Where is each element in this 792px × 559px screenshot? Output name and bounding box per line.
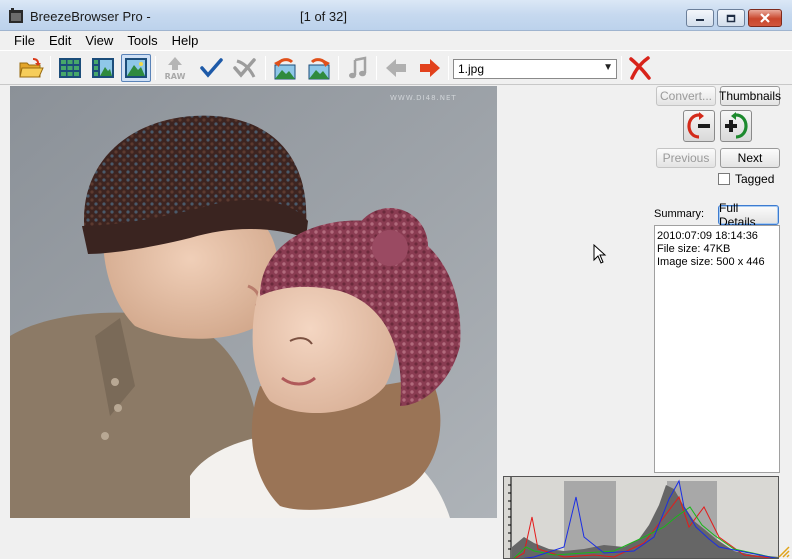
resize-grip-icon[interactable] [776, 544, 790, 558]
untag-icon [233, 58, 256, 78]
thumbnails-button[interactable]: Thumbnails [719, 86, 781, 106]
maximize-button[interactable] [717, 9, 745, 27]
title-bar: BreezeBrowser Pro - [1 of 32] [0, 0, 792, 31]
delete-button[interactable] [625, 54, 655, 82]
rotate-right-button[interactable] [304, 54, 334, 82]
minimize-button[interactable] [686, 9, 714, 27]
close-button[interactable] [748, 9, 782, 27]
rotate-right-icon [308, 58, 330, 80]
chevron-down-icon: ▼ [603, 62, 613, 73]
photo-watermark: WWW.DI48.NET [390, 94, 457, 102]
app-icon [9, 8, 23, 23]
open-folder-button[interactable] [16, 54, 46, 82]
add-tag-button[interactable] [720, 110, 752, 142]
music-note-icon [349, 56, 367, 79]
full-image-button[interactable] [121, 54, 151, 82]
tagged-label: Tagged [735, 172, 775, 186]
rotate-minus-icon [687, 112, 710, 139]
menu-tools[interactable]: Tools [120, 31, 164, 49]
close-icon [760, 13, 770, 23]
tag-button[interactable] [196, 54, 226, 82]
window-title: BreezeBrowser Pro - [30, 9, 151, 24]
menu-bar: File Edit View Tools Help [0, 31, 792, 49]
thumbnail-preview-icon [92, 58, 114, 78]
tag-checkmark-icon [200, 58, 223, 78]
previous-button[interactable]: Previous [656, 148, 716, 168]
maximize-icon [726, 14, 736, 22]
menu-help[interactable]: Help [165, 31, 206, 49]
raw-icon: RAW [165, 57, 186, 80]
delete-icon [629, 56, 651, 80]
summary-date: 2010:07:09 18:14:36 [657, 230, 758, 242]
tagged-checkbox[interactable]: Tagged [718, 172, 774, 186]
untag-button[interactable] [230, 54, 260, 82]
minimize-icon [696, 19, 704, 21]
forward-arrow-icon [420, 59, 440, 77]
file-select[interactable]: 1.jpg ▼ [453, 59, 617, 79]
image-counter: [1 of 32] [300, 9, 347, 24]
rotate-plus-icon [725, 112, 748, 139]
next-image-button[interactable] [415, 54, 445, 82]
audio-button[interactable] [343, 54, 373, 82]
back-arrow-icon [386, 59, 406, 77]
rotate-left-icon [274, 58, 296, 80]
rotate-left-button[interactable] [270, 54, 300, 82]
menu-edit[interactable]: Edit [42, 31, 78, 49]
menu-view[interactable]: View [78, 31, 120, 49]
summary-file-size: File size: 47KB [657, 243, 731, 255]
thumbnail-grid-button[interactable] [55, 54, 85, 82]
raw-label: RAW [165, 72, 186, 80]
file-select-value: 1.jpg [458, 62, 485, 76]
next-button[interactable]: Next [720, 148, 780, 168]
open-folder-icon [19, 58, 44, 78]
remove-tag-button[interactable] [683, 110, 715, 142]
full-image-icon [125, 58, 147, 78]
summary-text-box[interactable]: 2010:07:09 18:14:36 File size: 47KB Imag… [654, 225, 780, 473]
previous-image-button[interactable] [381, 54, 411, 82]
tagged-checkbox-box[interactable] [718, 173, 730, 185]
histogram-graph [508, 477, 778, 558]
summary-label: Summary: [654, 208, 705, 220]
histogram [503, 476, 779, 559]
full-details-button[interactable]: Full Details [718, 201, 779, 229]
toolbar: RAW 1.jpg ▼ [0, 50, 792, 85]
menu-file[interactable]: File [0, 31, 42, 49]
summary-image-size: Image size: 500 x 446 [657, 256, 765, 268]
image-view[interactable]: WWW.DI48.NET [10, 86, 497, 518]
photo-image: WWW.DI48.NET [10, 86, 497, 518]
convert-button[interactable]: Convert... [656, 86, 716, 106]
mouse-cursor-icon [593, 244, 607, 264]
thumbnail-grid-icon [59, 58, 81, 78]
thumbnail-preview-button[interactable] [88, 54, 118, 82]
raw-button[interactable]: RAW [160, 54, 190, 82]
